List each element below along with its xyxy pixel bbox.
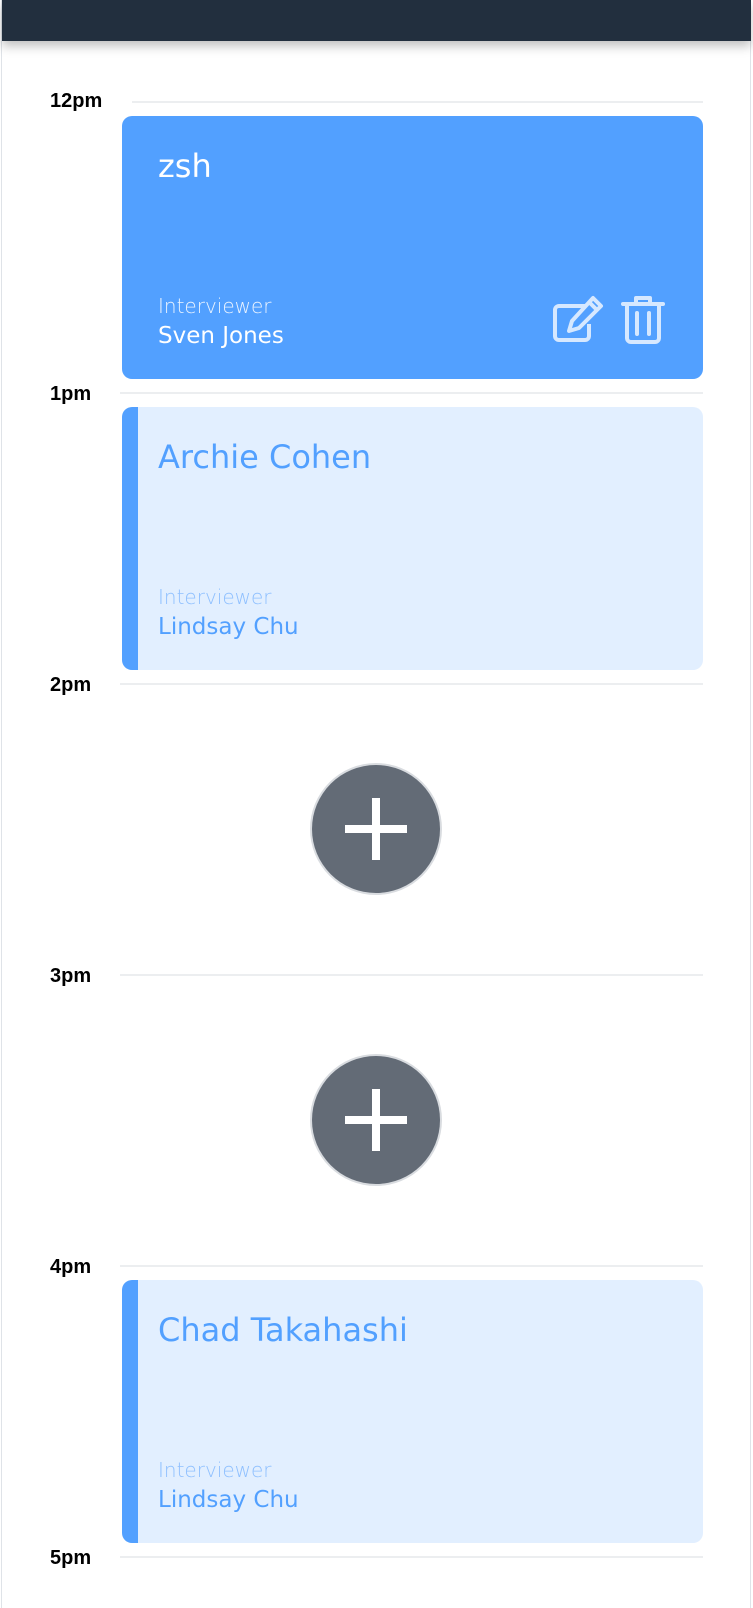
add-appointment-button[interactable] — [312, 765, 440, 893]
hour-divider — [120, 392, 703, 394]
plus-icon — [345, 1089, 407, 1151]
trash-icon — [621, 296, 665, 344]
student-name: zsh — [158, 147, 212, 185]
appointment-actions — [549, 294, 671, 346]
student-name: Archie Cohen — [158, 438, 372, 476]
interviewer-label: Interviewer — [158, 1458, 272, 1482]
time-label-2pm: 2pm — [50, 674, 92, 696]
hour-divider — [132, 101, 703, 103]
appointment-card[interactable]: Chad Takahashi Interviewer Lindsay Chu — [122, 1280, 703, 1543]
delete-button[interactable] — [615, 294, 671, 346]
appointment-card[interactable]: Archie Cohen Interviewer Lindsay Chu — [122, 407, 703, 670]
time-label-5pm: 5pm — [50, 1547, 92, 1569]
interviewer-name: Lindsay Chu — [158, 614, 299, 640]
interviewer-name: Lindsay Chu — [158, 1487, 299, 1513]
hour-divider — [120, 974, 703, 976]
plus-icon — [345, 798, 407, 860]
edit-button[interactable] — [549, 294, 605, 346]
top-nav-bar — [2, 0, 751, 41]
edit-icon — [553, 296, 603, 342]
time-label-4pm: 4pm — [50, 1256, 92, 1278]
interviewer-name: Sven Jones — [158, 323, 284, 349]
interviewer-label: Interviewer — [158, 585, 272, 609]
interviewer-label: Interviewer — [158, 294, 272, 318]
add-appointment-button[interactable] — [312, 1056, 440, 1184]
hour-divider — [120, 1556, 703, 1558]
appointment-card-selected[interactable]: zsh Interviewer Sven Jones — [122, 116, 703, 379]
hour-divider — [120, 1265, 703, 1267]
time-label-12pm: 12pm — [50, 90, 103, 112]
time-label-1pm: 1pm — [50, 383, 92, 405]
student-name: Chad Takahashi — [158, 1311, 408, 1349]
hour-divider — [120, 683, 703, 685]
time-label-3pm: 3pm — [50, 965, 92, 987]
